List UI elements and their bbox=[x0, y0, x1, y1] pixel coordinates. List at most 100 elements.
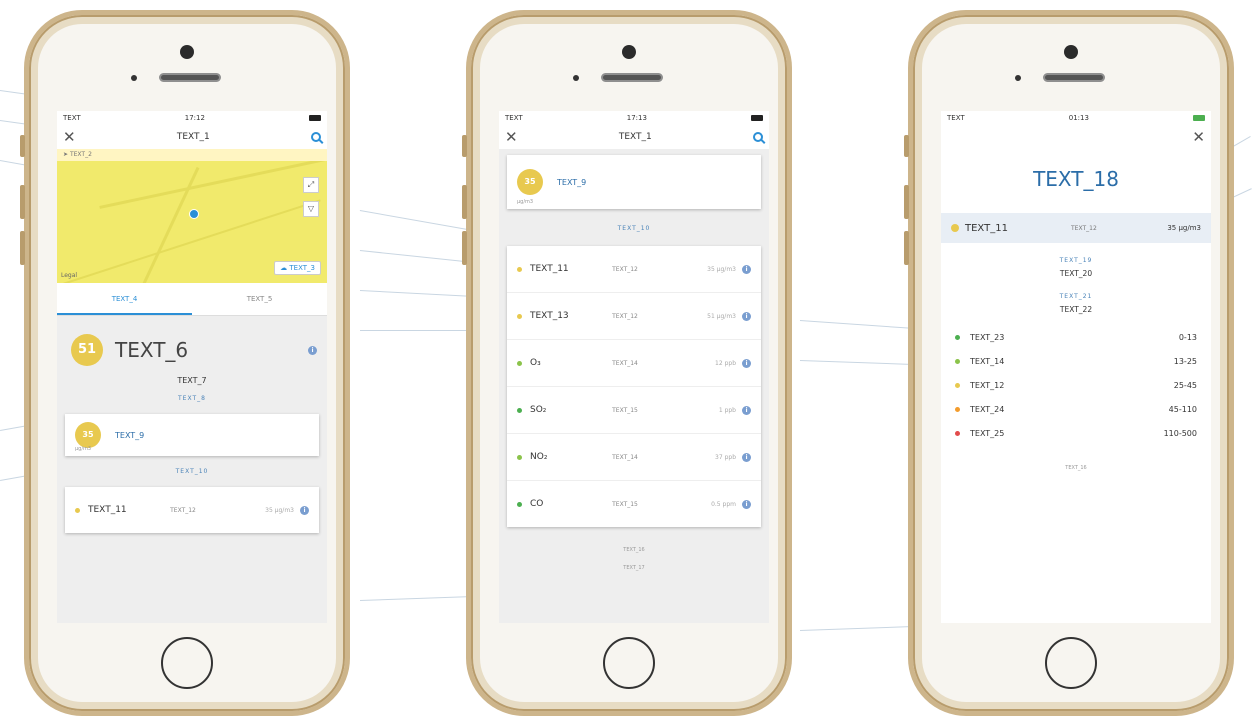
pollutant-row[interactable]: CO TEXT_15 0.5 ppm i bbox=[507, 481, 761, 527]
weather-chip[interactable]: ☁ TEXT_3 bbox=[274, 261, 321, 275]
pollutant-row[interactable]: NO₂ TEXT_14 37 ppb i bbox=[507, 434, 761, 481]
nav-title: TEXT_1 bbox=[618, 132, 652, 142]
location-text: TEXT_2 bbox=[69, 151, 92, 158]
pollutant-level: TEXT_12 bbox=[612, 312, 638, 320]
pollutant-row[interactable]: TEXT_13 TEXT_12 51 μg/m3 i bbox=[507, 293, 761, 340]
tab-forecast[interactable]: TEXT_5 bbox=[192, 283, 327, 315]
map-legal-link[interactable]: Legal bbox=[61, 272, 77, 279]
level-row: TEXT_24 45-110 bbox=[941, 397, 1211, 421]
screen: TEXT 01:13 ✕ TEXT_18 TEXT_11 TEXT_12 35 … bbox=[941, 111, 1211, 623]
cloud-icon: ☁ bbox=[280, 264, 290, 272]
aqi-header: 51 TEXT_6 i bbox=[57, 316, 327, 372]
level-dot bbox=[955, 406, 960, 412]
info-icon[interactable]: i bbox=[742, 405, 751, 415]
pollutant-value: 35 μg/m3 bbox=[1167, 224, 1201, 232]
pollutant-row[interactable]: TEXT_11 TEXT_12 35 μg/m3 i bbox=[65, 487, 319, 533]
pollutant-unit: μg/m3 bbox=[517, 199, 534, 205]
aqi-badge: 51 bbox=[71, 334, 103, 366]
level-row: TEXT_12 25-45 bbox=[941, 373, 1211, 397]
search-icon[interactable] bbox=[311, 132, 321, 142]
info-icon[interactable]: i bbox=[742, 358, 751, 368]
level-name: TEXT_14 bbox=[970, 356, 1005, 366]
bg-line bbox=[359, 290, 470, 297]
info-icon[interactable]: i bbox=[742, 452, 751, 462]
pollutant-detail-link[interactable]: TEXT_10 bbox=[57, 462, 327, 481]
locate-me-icon[interactable]: ▽ bbox=[303, 201, 319, 217]
sources-text: TEXT_22 bbox=[1059, 305, 1093, 314]
home-button[interactable] bbox=[161, 637, 213, 689]
battery-icon bbox=[309, 115, 321, 121]
screen: TEXT 17:12 ✕ TEXT_1 ➤ TEXT_2 ⤢ ▽ Legal ☁… bbox=[57, 111, 327, 623]
screen: TEXT 17:13 ✕ TEXT_1 35 μg/m3 TEXT_9 TEXT… bbox=[499, 111, 769, 623]
earpiece-speaker bbox=[159, 73, 221, 82]
aqi-description: TEXT_7 bbox=[177, 376, 207, 385]
level-name: TEXT_12 bbox=[970, 380, 1005, 390]
pollutant-level: TEXT_12 bbox=[612, 265, 638, 273]
level-dot bbox=[955, 430, 960, 436]
level-row: TEXT_14 13-25 bbox=[941, 349, 1211, 373]
mute-switch bbox=[20, 135, 25, 157]
sources-heading: TEXT_21 bbox=[1059, 293, 1093, 300]
info-icon[interactable]: i bbox=[742, 311, 751, 321]
status-dot bbox=[517, 266, 522, 272]
pollutant-unit: μg/m3 bbox=[75, 446, 92, 452]
pollutant-level: TEXT_14 bbox=[612, 453, 638, 461]
pollutant-value: 0.5 ppm bbox=[711, 500, 736, 508]
nav-bar: ✕ TEXT_1 bbox=[499, 125, 769, 149]
search-icon[interactable] bbox=[753, 132, 763, 142]
pollutant-row[interactable]: SO₂ TEXT_15 1 ppb i bbox=[507, 387, 761, 434]
location-arrow-icon: ➤ bbox=[63, 151, 70, 158]
pollutant-name: TEXT_13 bbox=[530, 311, 569, 321]
close-icon[interactable]: ✕ bbox=[505, 128, 518, 146]
map-road bbox=[99, 161, 327, 209]
health-advice-link[interactable]: TEXT_8 bbox=[57, 389, 327, 408]
front-camera bbox=[622, 45, 636, 59]
status-dot bbox=[517, 313, 522, 319]
bg-line bbox=[800, 626, 910, 631]
pollutant-row[interactable]: TEXT_11 TEXT_12 35 μg/m3 i bbox=[507, 246, 761, 293]
earpiece-speaker bbox=[601, 73, 663, 82]
bg-line bbox=[799, 320, 910, 329]
footnote: TEXT_17 bbox=[623, 565, 645, 571]
status-dot bbox=[517, 454, 522, 460]
pollutant-row[interactable]: O₃ TEXT_14 12 ppb i bbox=[507, 340, 761, 387]
nav-bar: ✕ bbox=[941, 125, 1211, 149]
main-pollutant-card[interactable]: 35 μg/m3 TEXT_9 bbox=[65, 414, 319, 456]
front-camera bbox=[1064, 45, 1078, 59]
weather-text: TEXT_3 bbox=[289, 264, 315, 272]
level-name: TEXT_25 bbox=[970, 428, 1005, 438]
aqi-panel: 51 TEXT_6 i TEXT_7 TEXT_8 35 μg/m3 TEXT_… bbox=[57, 316, 327, 623]
status-dot bbox=[517, 407, 522, 413]
main-pollutant-card[interactable]: 35 μg/m3 TEXT_9 bbox=[507, 155, 761, 209]
home-button[interactable] bbox=[1045, 637, 1097, 689]
info-icon[interactable]: i bbox=[300, 505, 309, 515]
tab-current[interactable]: TEXT_4 bbox=[57, 283, 192, 315]
pollutant-value: 1 ppb bbox=[718, 406, 736, 414]
home-button[interactable] bbox=[603, 637, 655, 689]
close-icon[interactable]: ✕ bbox=[1192, 128, 1205, 146]
carrier: TEXT bbox=[63, 114, 81, 122]
phone-2: TEXT 17:13 ✕ TEXT_1 35 μg/m3 TEXT_9 TEXT… bbox=[462, 10, 792, 716]
bg-line bbox=[359, 210, 469, 231]
mute-switch bbox=[904, 135, 909, 157]
info-icon[interactable]: i bbox=[742, 499, 751, 509]
pollutant-detail-link[interactable]: TEXT_10 bbox=[499, 215, 769, 242]
front-camera bbox=[180, 45, 194, 59]
bg-line bbox=[359, 250, 470, 263]
pollutant-name: CO bbox=[530, 499, 544, 509]
location-bar[interactable]: ➤ TEXT_2 bbox=[57, 149, 327, 161]
status-dot bbox=[75, 507, 80, 513]
close-icon[interactable]: ✕ bbox=[63, 128, 76, 146]
map[interactable]: ⤢ ▽ Legal ☁ TEXT_3 bbox=[57, 161, 327, 283]
sensor bbox=[573, 75, 579, 81]
expand-map-icon[interactable]: ⤢ bbox=[303, 177, 319, 193]
info-icon[interactable]: i bbox=[308, 345, 317, 355]
info-icon[interactable]: i bbox=[742, 264, 751, 274]
pollutant-level: TEXT_15 bbox=[612, 406, 638, 414]
level-range: 25-45 bbox=[1173, 380, 1197, 390]
effects-text: TEXT_20 bbox=[1059, 269, 1093, 278]
status-bar: TEXT 17:12 bbox=[57, 111, 327, 125]
pollutant-name: TEXT_11 bbox=[965, 222, 1008, 234]
pollutant-list: TEXT_11 TEXT_12 35 μg/m3 i bbox=[65, 487, 319, 533]
data-source: TEXT_16 bbox=[623, 547, 645, 553]
